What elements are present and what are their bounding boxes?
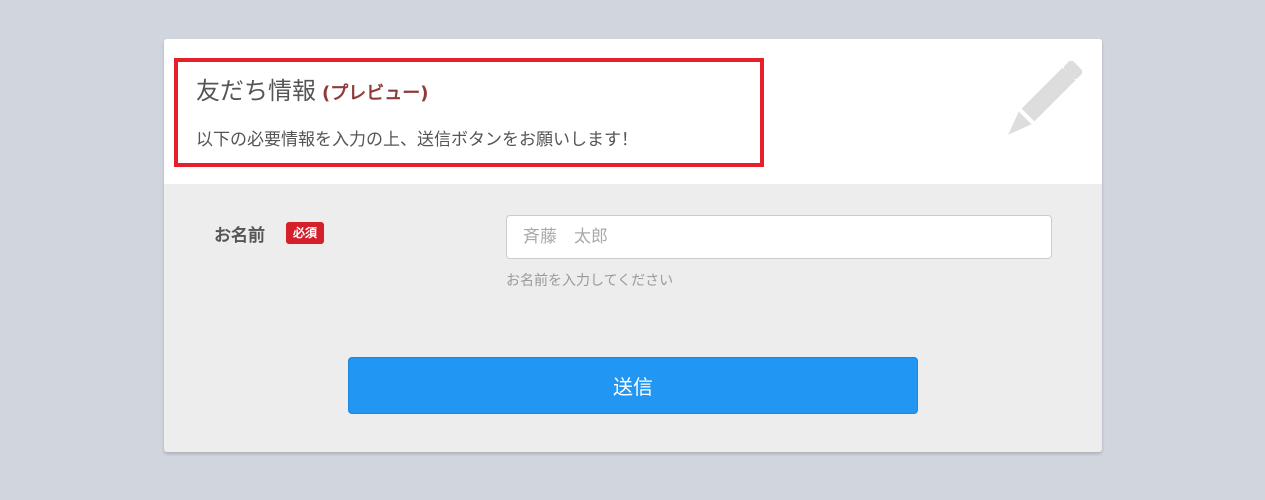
preview-tag: (プレビュー) bbox=[322, 83, 429, 104]
name-input[interactable] bbox=[506, 215, 1052, 259]
pencil-icon bbox=[1008, 61, 1082, 135]
form-title: 友だち情報 bbox=[196, 77, 316, 105]
required-badge: 必須 bbox=[286, 222, 325, 244]
submit-button[interactable]: 送信 bbox=[348, 357, 918, 414]
name-field-label: お名前 bbox=[214, 226, 265, 246]
form-card: 友だち情報 (プレビュー) 以下の必要情報を入力の上、送信ボタンをお願いします！ … bbox=[164, 39, 1102, 452]
form-header: 友だち情報 (プレビュー) 以下の必要情報を入力の上、送信ボタンをお願いします！ bbox=[164, 39, 1102, 184]
title-row: 友だち情報 (プレビュー) bbox=[196, 71, 428, 106]
form-subtitle: 以下の必要情報を入力の上、送信ボタンをお願いします！ bbox=[196, 130, 638, 150]
name-help-text: お名前を入力してください bbox=[506, 273, 674, 289]
